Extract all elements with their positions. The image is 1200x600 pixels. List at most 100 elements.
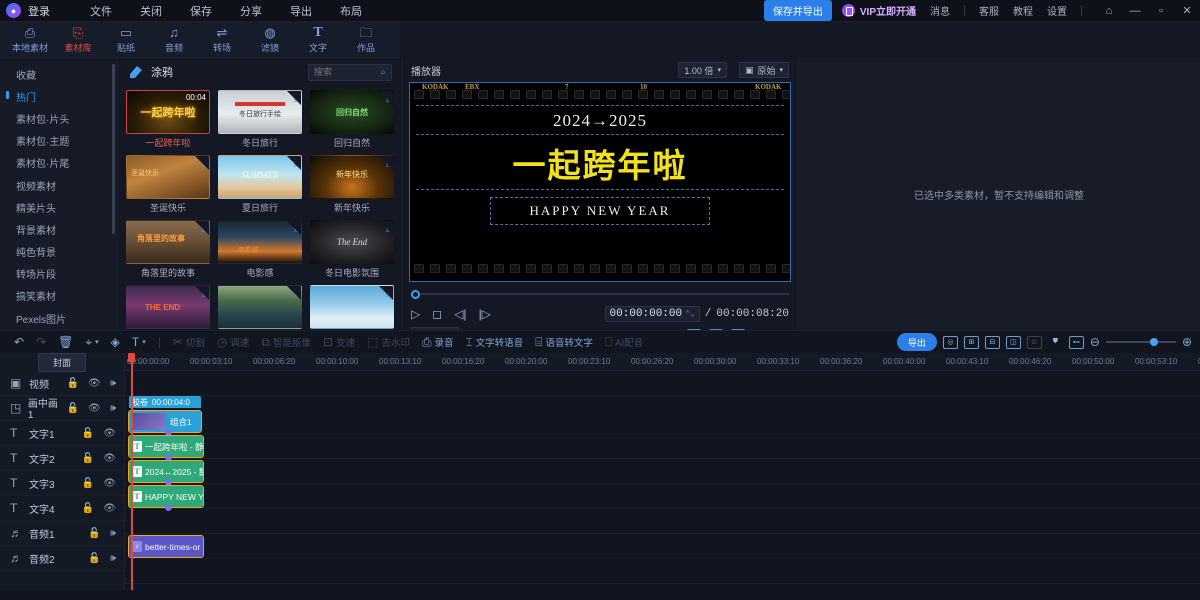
record-tool[interactable]: ⎙录音 <box>416 335 460 350</box>
maximize-button[interactable]: ▫ <box>1148 0 1174 22</box>
messages-link[interactable]: 消息 <box>930 3 950 18</box>
tab-text[interactable]: T 文字 <box>294 26 342 54</box>
download-icon[interactable]: ⤓ <box>386 93 390 104</box>
mute-icon[interactable]: 🕪 <box>110 403 116 414</box>
lock-icon[interactable]: 🔓 <box>82 453 94 464</box>
download-icon[interactable]: ⤓ <box>202 288 206 299</box>
eye-icon[interactable]: 👁 <box>88 378 101 389</box>
clip-group-header[interactable]: 胶卷00:00:04:0 <box>129 396 201 408</box>
tab-transitions[interactable]: ⇌ 转场 <box>198 26 246 54</box>
playhead[interactable] <box>131 353 133 590</box>
support-link[interactable]: 客服 <box>979 3 999 18</box>
sidebar-scrollbar[interactable] <box>112 64 115 234</box>
download-icon[interactable]: ⤓ <box>202 158 206 169</box>
sidebar-item[interactable]: 包装封面 <box>0 329 117 330</box>
next-frame-button[interactable]: |▷ <box>479 307 491 321</box>
sidebar-item[interactable]: Pexels图片 <box>0 307 117 329</box>
lock-icon[interactable]: 🔓 <box>67 403 79 414</box>
track-header[interactable]: ◳画中画1🔓👁🕪 <box>0 396 124 421</box>
search-icon[interactable]: ⌕ <box>380 67 386 78</box>
eye-icon[interactable]: 👁 <box>88 403 101 414</box>
menu-item-close[interactable]: 关闭 <box>126 1 176 21</box>
track-header[interactable]: T文字1🔓👁 <box>0 421 124 446</box>
timeline-clip[interactable]: ♪better-times-or <box>129 536 203 557</box>
redo-icon[interactable]: ↷ <box>30 335 52 349</box>
media-card[interactable]: 电影感⤓电影感 <box>218 220 302 279</box>
media-card[interactable]: 角落里的故事⤓角落里的故事 <box>126 220 210 279</box>
current-time-field[interactable]: 00:00:00:00 ⌃⌄ <box>605 306 700 322</box>
search-box[interactable]: ⌕ <box>308 64 392 81</box>
zoom-in-icon[interactable]: ⊕ <box>1182 335 1192 349</box>
download-icon[interactable]: ⤓ <box>294 93 298 104</box>
tab-projects[interactable]: 🗀 作品 <box>342 26 390 54</box>
playback-speed-select[interactable]: 1.00 倍 ▾ <box>678 62 727 78</box>
dual-view-icon[interactable]: ⊷ <box>1069 336 1084 349</box>
download-icon[interactable]: ⤓ <box>202 223 206 234</box>
media-card[interactable]: ⤓ <box>310 285 394 330</box>
menu-item-export[interactable]: 导出 <box>276 1 326 21</box>
media-card[interactable]: THE END⤓ <box>126 285 210 330</box>
delete-icon[interactable]: 🗑 <box>52 335 79 349</box>
lock-icon[interactable]: 🔓 <box>67 378 79 389</box>
lock-icon[interactable]: 🔓 <box>88 528 100 539</box>
vip-activate-link[interactable]: VIP立即开通 <box>860 3 916 18</box>
track-row[interactable]: T2024↔2025 - 静 <box>125 459 1200 484</box>
track-header[interactable]: T文字4🔓👁 <box>0 496 124 521</box>
select-tool-icon[interactable]: ⌖▾ <box>79 335 104 350</box>
chevron-down-icon[interactable]: ▾ <box>95 338 99 346</box>
minimize-button[interactable]: — <box>1122 0 1148 22</box>
download-icon[interactable]: ⤓ <box>386 288 390 299</box>
lock-icon[interactable]: 🔓 <box>82 478 94 489</box>
media-card[interactable]: 圣诞快乐⤓圣诞快乐 <box>126 155 210 214</box>
ai-dubbing-tool[interactable]: ⎕AI配音 <box>599 335 649 350</box>
download-icon[interactable]: ⤓ <box>294 223 298 234</box>
sidebar-item[interactable]: 素材包·主题 <box>0 130 117 152</box>
mute-icon[interactable]: 🕪 <box>110 553 116 564</box>
sidebar-item[interactable]: 收藏 <box>0 63 117 85</box>
fit-view-icon[interactable]: ◎ <box>943 336 958 349</box>
text-tool-icon[interactable]: T▾ <box>126 335 152 349</box>
lock-icon[interactable]: 🔓 <box>88 553 100 564</box>
timeline-scroll-area[interactable]: 00:00:00:0000:00:03:1000:00:06:2000:00:1… <box>125 353 1200 590</box>
track-row[interactable]: ♪better-times-or <box>125 534 1200 559</box>
settings-link[interactable]: 设置 <box>1047 3 1067 18</box>
undo-icon[interactable]: ↶ <box>8 335 30 349</box>
mute-icon[interactable]: 🕪 <box>110 378 116 389</box>
mute-icon[interactable]: 🕪 <box>110 528 116 539</box>
time-stepper-icon[interactable]: ⌃⌄ <box>685 309 695 319</box>
media-card[interactable]: ⤓ <box>218 285 302 330</box>
timeline-ruler[interactable]: 00:00:00:0000:00:03:1000:00:06:2000:00:1… <box>125 353 1200 371</box>
shield-icon[interactable]: ⛊ <box>1048 336 1063 349</box>
tab-local-media[interactable]: ⎙ 本地素材 <box>6 26 54 54</box>
track-row[interactable] <box>125 509 1200 534</box>
sidebar-item[interactable]: 搞笑素材 <box>0 285 117 307</box>
scrubber-track[interactable] <box>421 293 789 295</box>
download-icon[interactable]: ⤓ <box>294 158 298 169</box>
tab-audio[interactable]: ♫ 音频 <box>150 26 198 54</box>
media-card[interactable]: 回归自然⤓回归自然 <box>310 90 394 149</box>
download-icon[interactable]: ⤓ <box>386 223 390 234</box>
login-button[interactable]: 登录 <box>28 3 50 19</box>
keyframe-icon[interactable]: ◈ <box>105 335 126 349</box>
track-row[interactable] <box>125 371 1200 396</box>
eye-icon[interactable]: 👁 <box>103 428 116 439</box>
track-header[interactable]: ♬音频1🔓🕪 <box>0 521 124 546</box>
search-input[interactable] <box>314 67 378 77</box>
smart-matting-tool[interactable]: ⧉智能抠像 <box>255 335 317 350</box>
grid-view-icon[interactable]: ⊠ <box>1027 336 1042 349</box>
export-button[interactable]: 导出 <box>897 333 937 351</box>
download-icon[interactable]: ⤓ <box>294 288 298 299</box>
tutorial-link[interactable]: 教程 <box>1013 3 1033 18</box>
prev-frame-button[interactable]: ◁| <box>454 307 466 321</box>
tab-media-library[interactable]: ⎘ 素材库 <box>54 26 102 54</box>
track-header[interactable]: T文字3🔓👁 <box>0 471 124 496</box>
track-header[interactable]: ♬音频2🔓🕪 <box>0 546 124 571</box>
chevron-down-icon[interactable]: ▾ <box>142 338 146 346</box>
download-icon[interactable]: ⤓ <box>386 158 390 169</box>
sidebar-item[interactable]: 素材包·片头 <box>0 107 117 129</box>
track-row[interactable]: 胶卷00:00:04:0组合1 <box>125 409 1200 434</box>
preview-canvas[interactable]: KODAKEBX710KODAKEB 2024→2025 一起跨年啦 HAPPY… <box>409 82 791 282</box>
speed-tool[interactable]: ◷调速 <box>211 335 256 349</box>
zoom-slider[interactable] <box>1106 341 1176 343</box>
sidebar-item[interactable]: 素材包·片尾 <box>0 152 117 174</box>
